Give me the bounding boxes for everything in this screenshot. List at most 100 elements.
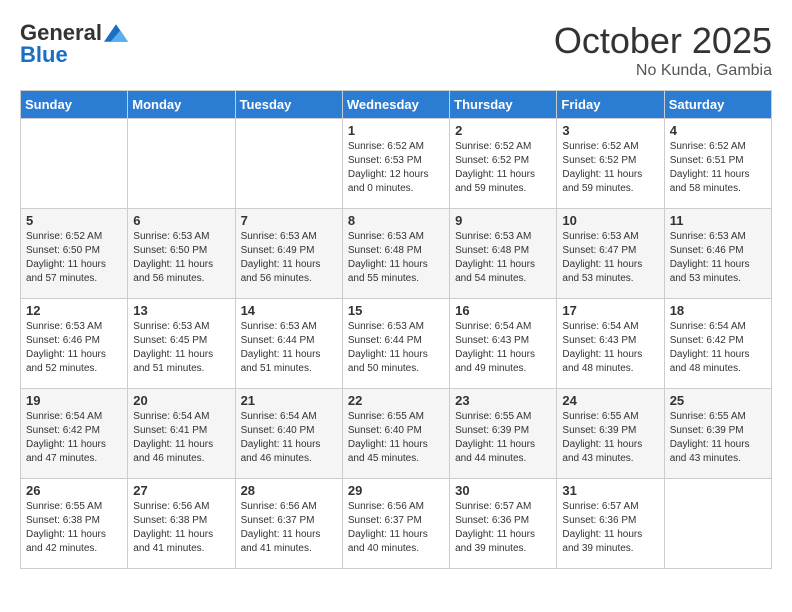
weekday-header-monday: Monday xyxy=(128,91,235,119)
cell-info: Sunrise: 6:54 AMSunset: 6:40 PMDaylight:… xyxy=(241,410,337,466)
calendar-cell: 10 Sunrise: 6:53 AMSunset: 6:47 PMDayligh… xyxy=(557,209,664,299)
cell-info: Sunrise: 6:55 AMSunset: 6:39 PMDaylight:… xyxy=(455,410,551,466)
cell-info: Sunrise: 6:54 AMSunset: 6:42 PMDaylight:… xyxy=(26,410,122,466)
day-number: 19 xyxy=(26,393,122,408)
month-title: October 2025 xyxy=(554,20,772,62)
weekday-header-thursday: Thursday xyxy=(450,91,557,119)
weekday-header-sunday: Sunday xyxy=(21,91,128,119)
title-block: October 2025 No Kunda, Gambia xyxy=(554,20,772,80)
day-number: 27 xyxy=(133,483,229,498)
day-number: 28 xyxy=(241,483,337,498)
cell-info: Sunrise: 6:54 AMSunset: 6:42 PMDaylight:… xyxy=(670,320,766,376)
calendar-cell: 21 Sunrise: 6:54 AMSunset: 6:40 PMDayligh… xyxy=(235,389,342,479)
day-number: 22 xyxy=(348,393,444,408)
cell-info: Sunrise: 6:53 AMSunset: 6:49 PMDaylight:… xyxy=(241,230,337,286)
calendar-row-3: 19 Sunrise: 6:54 AMSunset: 6:42 PMDayligh… xyxy=(21,389,772,479)
cell-info: Sunrise: 6:55 AMSunset: 6:39 PMDaylight:… xyxy=(562,410,658,466)
cell-info: Sunrise: 6:53 AMSunset: 6:50 PMDaylight:… xyxy=(133,230,229,286)
calendar-cell xyxy=(235,119,342,209)
day-number: 24 xyxy=(562,393,658,408)
location-text: No Kunda, Gambia xyxy=(554,62,772,80)
cell-info: Sunrise: 6:52 AMSunset: 6:51 PMDaylight:… xyxy=(670,140,766,196)
weekday-header-wednesday: Wednesday xyxy=(342,91,449,119)
calendar-cell: 17 Sunrise: 6:54 AMSunset: 6:43 PMDayligh… xyxy=(557,299,664,389)
day-number: 31 xyxy=(562,483,658,498)
day-number: 17 xyxy=(562,303,658,318)
calendar-cell: 12 Sunrise: 6:53 AMSunset: 6:46 PMDayligh… xyxy=(21,299,128,389)
day-number: 9 xyxy=(455,213,551,228)
day-number: 29 xyxy=(348,483,444,498)
calendar-cell: 18 Sunrise: 6:54 AMSunset: 6:42 PMDayligh… xyxy=(664,299,771,389)
calendar-cell: 31 Sunrise: 6:57 AMSunset: 6:36 PMDayligh… xyxy=(557,479,664,569)
day-number: 10 xyxy=(562,213,658,228)
weekday-header-row: SundayMondayTuesdayWednesdayThursdayFrid… xyxy=(21,91,772,119)
calendar-cell: 25Sunrise: 6:55 AMSunset: 6:39 PMDayligh… xyxy=(664,389,771,479)
cell-info: Sunrise: 6:57 AMSunset: 6:36 PMDaylight:… xyxy=(562,500,658,556)
cell-info: Sunrise: 6:53 AMSunset: 6:47 PMDaylight:… xyxy=(562,230,658,286)
day-number: 18 xyxy=(670,303,766,318)
cell-info: Sunrise: 6:55 AMSunset: 6:38 PMDaylight:… xyxy=(26,500,122,556)
calendar-row-4: 26 Sunrise: 6:55 AMSunset: 6:38 PMDayligh… xyxy=(21,479,772,569)
cell-info: Sunrise: 6:52 AMSunset: 6:52 PMDaylight:… xyxy=(562,140,658,196)
day-number: 21 xyxy=(241,393,337,408)
day-number: 26 xyxy=(26,483,122,498)
calendar-cell xyxy=(128,119,235,209)
logo-blue-text: Blue xyxy=(20,42,68,68)
weekday-header-tuesday: Tuesday xyxy=(235,91,342,119)
day-number: 12 xyxy=(26,303,122,318)
day-number: 6 xyxy=(133,213,229,228)
cell-info: Sunrise: 6:56 AMSunset: 6:38 PMDaylight:… xyxy=(133,500,229,556)
day-number: 16 xyxy=(455,303,551,318)
day-number: 1 xyxy=(348,123,444,138)
day-number: 8 xyxy=(348,213,444,228)
cell-info: Sunrise: 6:54 AMSunset: 6:43 PMDaylight:… xyxy=(562,320,658,376)
calendar-cell: 6 Sunrise: 6:53 AMSunset: 6:50 PMDaylight… xyxy=(128,209,235,299)
day-number: 13 xyxy=(133,303,229,318)
calendar-row-1: 5 Sunrise: 6:52 AMSunset: 6:50 PMDaylight… xyxy=(21,209,772,299)
logo-icon xyxy=(104,24,128,42)
weekday-header-friday: Friday xyxy=(557,91,664,119)
page-header: General Blue October 2025 No Kunda, Gamb… xyxy=(20,20,772,80)
cell-info: Sunrise: 6:53 AMSunset: 6:44 PMDaylight:… xyxy=(348,320,444,376)
cell-info: Sunrise: 6:53 AMSunset: 6:46 PMDaylight:… xyxy=(670,230,766,286)
calendar-cell: 5 Sunrise: 6:52 AMSunset: 6:50 PMDaylight… xyxy=(21,209,128,299)
calendar-row-0: 1 Sunrise: 6:52 AMSunset: 6:53 PMDaylight… xyxy=(21,119,772,209)
calendar-cell: 7Sunrise: 6:53 AMSunset: 6:49 PMDaylight… xyxy=(235,209,342,299)
cell-info: Sunrise: 6:53 AMSunset: 6:48 PMDaylight:… xyxy=(455,230,551,286)
cell-info: Sunrise: 6:53 AMSunset: 6:44 PMDaylight:… xyxy=(241,320,337,376)
day-number: 14 xyxy=(241,303,337,318)
calendar-cell: 2 Sunrise: 6:52 AMSunset: 6:52 PMDaylight… xyxy=(450,119,557,209)
day-number: 15 xyxy=(348,303,444,318)
cell-info: Sunrise: 6:54 AMSunset: 6:43 PMDaylight:… xyxy=(455,320,551,376)
calendar-cell: 15 Sunrise: 6:53 AMSunset: 6:44 PMDayligh… xyxy=(342,299,449,389)
calendar-cell: 28 Sunrise: 6:56 AMSunset: 6:37 PMDayligh… xyxy=(235,479,342,569)
calendar-cell xyxy=(664,479,771,569)
cell-info: Sunrise: 6:53 AMSunset: 6:48 PMDaylight:… xyxy=(348,230,444,286)
calendar-cell: 22 Sunrise: 6:55 AMSunset: 6:40 PMDayligh… xyxy=(342,389,449,479)
day-number: 3 xyxy=(562,123,658,138)
calendar-table: SundayMondayTuesdayWednesdayThursdayFrid… xyxy=(20,90,772,569)
cell-info: Sunrise: 6:54 AMSunset: 6:41 PMDaylight:… xyxy=(133,410,229,466)
cell-info: Sunrise: 6:55 AMSunset: 6:40 PMDaylight:… xyxy=(348,410,444,466)
calendar-cell xyxy=(21,119,128,209)
cell-info: Sunrise: 6:52 AMSunset: 6:52 PMDaylight:… xyxy=(455,140,551,196)
calendar-cell: 27 Sunrise: 6:56 AMSunset: 6:38 PMDayligh… xyxy=(128,479,235,569)
calendar-cell: 26 Sunrise: 6:55 AMSunset: 6:38 PMDayligh… xyxy=(21,479,128,569)
calendar-cell: 3 Sunrise: 6:52 AMSunset: 6:52 PMDaylight… xyxy=(557,119,664,209)
cell-info: Sunrise: 6:53 AMSunset: 6:45 PMDaylight:… xyxy=(133,320,229,376)
cell-info: Sunrise: 6:52 AMSunset: 6:53 PMDaylight:… xyxy=(348,140,444,196)
calendar-row-2: 12 Sunrise: 6:53 AMSunset: 6:46 PMDayligh… xyxy=(21,299,772,389)
calendar-cell: 8 Sunrise: 6:53 AMSunset: 6:48 PMDaylight… xyxy=(342,209,449,299)
cell-info: Sunrise: 6:52 AMSunset: 6:50 PMDaylight:… xyxy=(26,230,122,286)
calendar-cell: 11Sunrise: 6:53 AMSunset: 6:46 PMDayligh… xyxy=(664,209,771,299)
cell-info: Sunrise: 6:56 AMSunset: 6:37 PMDaylight:… xyxy=(241,500,337,556)
calendar-cell: 16 Sunrise: 6:54 AMSunset: 6:43 PMDayligh… xyxy=(450,299,557,389)
day-number: 2 xyxy=(455,123,551,138)
cell-info: Sunrise: 6:53 AMSunset: 6:46 PMDaylight:… xyxy=(26,320,122,376)
calendar-cell: 30Sunrise: 6:57 AMSunset: 6:36 PMDayligh… xyxy=(450,479,557,569)
calendar-cell: 13 Sunrise: 6:53 AMSunset: 6:45 PMDayligh… xyxy=(128,299,235,389)
day-number: 5 xyxy=(26,213,122,228)
day-number: 23 xyxy=(455,393,551,408)
calendar-cell: 19 Sunrise: 6:54 AMSunset: 6:42 PMDayligh… xyxy=(21,389,128,479)
calendar-cell: 24 Sunrise: 6:55 AMSunset: 6:39 PMDayligh… xyxy=(557,389,664,479)
